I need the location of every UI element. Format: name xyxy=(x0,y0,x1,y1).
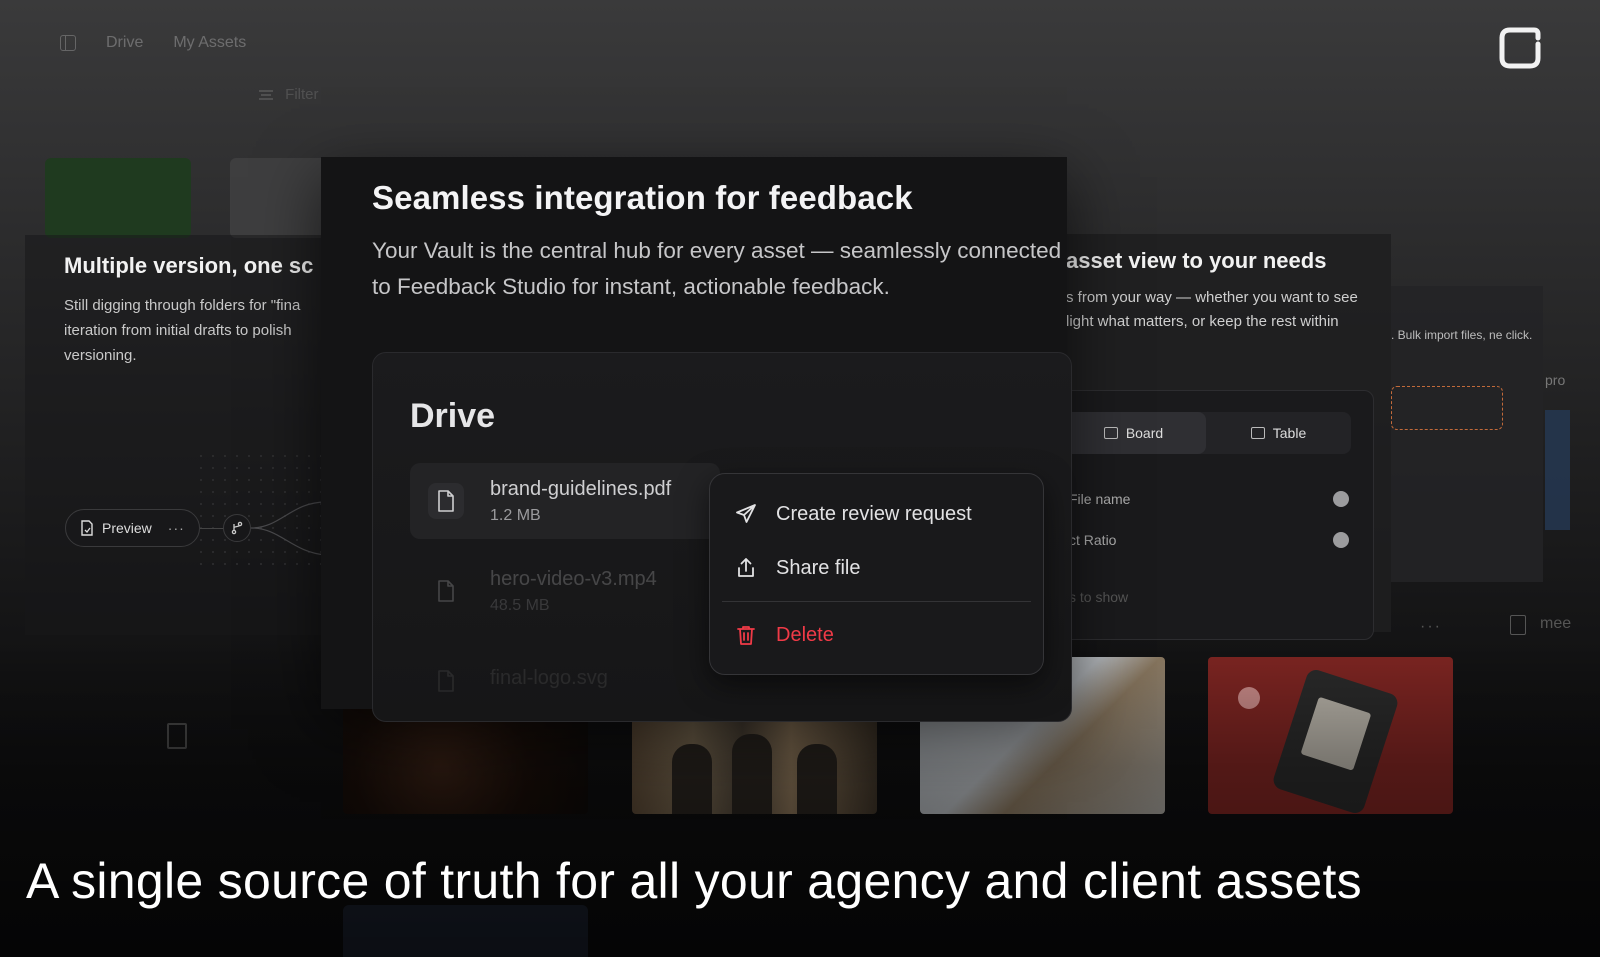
more-icon[interactable]: ··· xyxy=(1420,618,1442,636)
option-toggle[interactable] xyxy=(1333,532,1349,548)
card-description: Your Vault is the central hub for every … xyxy=(372,238,1062,299)
filter-button[interactable]: Filter xyxy=(259,86,319,103)
file-name: final-logo.svg xyxy=(490,666,608,689)
preview-chip[interactable]: Preview ··· xyxy=(65,509,200,547)
option-label: File name xyxy=(1069,491,1131,507)
file-row-selected[interactable]: brand-guidelines.pdf 1.2 MB xyxy=(410,463,720,539)
more-icon[interactable]: ··· xyxy=(168,520,185,536)
edge-file: mee xyxy=(1510,615,1571,635)
menu-item-share-file[interactable]: Share file xyxy=(734,548,861,588)
feature-card-import: . Bulk import files, ne click. xyxy=(1391,286,1543,582)
file-icon xyxy=(428,483,464,519)
photo-object xyxy=(1271,667,1400,814)
nav-my-assets[interactable]: My Assets xyxy=(173,34,246,52)
view-settings-panel: Board Table File name ct Ratio s to show xyxy=(1060,390,1374,640)
feature-card-versions: Multiple version, one sc Still digging t… xyxy=(25,235,326,635)
board-icon xyxy=(1103,427,1118,439)
asset-thumbnail-image[interactable] xyxy=(1208,657,1453,814)
feature-card-asset-view: asset view to your needs s from your way… xyxy=(1060,234,1391,640)
sidebar-toggle-icon[interactable] xyxy=(60,35,76,51)
file-name: hero-video-v3.mp4 xyxy=(490,567,657,590)
version-branch-lines xyxy=(251,501,326,556)
tab-board-label: Board xyxy=(1125,425,1164,441)
menu-item-label: Share file xyxy=(776,556,861,579)
trash-icon xyxy=(737,626,755,645)
asset-thumbnail-image[interactable] xyxy=(343,905,588,957)
asset-thumbnail-image[interactable] xyxy=(343,707,588,814)
filter-icon xyxy=(259,89,274,100)
feature-card-body: s from your way — whether you want to se… xyxy=(1066,289,1358,330)
card-title: Seamless integration for feedback xyxy=(372,179,913,216)
file-context-menu: Create review request Share file Delete xyxy=(709,473,1044,675)
branch-icon[interactable] xyxy=(223,514,251,542)
file-size: 1.2 MB xyxy=(490,506,541,524)
connector-line xyxy=(200,528,224,529)
tab-table[interactable]: Table xyxy=(1206,412,1351,454)
photo-label xyxy=(1300,696,1372,771)
asset-thumbnail-document[interactable] xyxy=(55,657,300,814)
top-nav: Drive My Assets xyxy=(60,34,246,52)
file-icon xyxy=(428,663,464,699)
edge-text: pro xyxy=(1545,372,1566,388)
feature-card-title: Multiple version, one sc xyxy=(64,253,314,278)
option-row: ct Ratio xyxy=(1069,532,1349,548)
photo-object xyxy=(1238,687,1260,709)
option-label: ct Ratio xyxy=(1069,532,1117,548)
tab-board[interactable]: Board xyxy=(1061,412,1206,454)
view-toggle: Board Table xyxy=(1061,412,1351,454)
file-preview-icon xyxy=(81,520,93,536)
file-row[interactable]: hero-video-v3.mp4 48.5 MB xyxy=(410,553,720,629)
menu-item-label: Delete xyxy=(776,623,834,646)
document-icon xyxy=(167,723,187,749)
option-row: File name xyxy=(1069,491,1349,507)
photo-figure xyxy=(732,734,772,814)
preview-label: Preview xyxy=(102,520,152,536)
option-toggle[interactable] xyxy=(1333,491,1349,507)
feature-card-title: asset view to your needs xyxy=(1066,248,1327,273)
file-icon xyxy=(428,573,464,609)
feature-card-body: Still digging through folders for "fina … xyxy=(64,297,301,364)
asset-thumbnail-image[interactable] xyxy=(632,707,877,814)
folder-thumbnail xyxy=(230,158,330,238)
nav-drive[interactable]: Drive xyxy=(106,34,143,52)
folder-thumbnail xyxy=(45,158,191,238)
menu-divider xyxy=(722,601,1031,602)
file-row[interactable]: final-logo.svg xyxy=(410,643,720,719)
menu-item-create-review-request[interactable]: Create review request xyxy=(734,494,972,534)
edge-file-name: mee xyxy=(1540,615,1572,632)
document-icon xyxy=(1510,615,1526,635)
photo-figure xyxy=(797,744,837,814)
table-icon xyxy=(1250,427,1265,439)
video-caption: A single source of truth for all your ag… xyxy=(26,853,1362,909)
drive-title: Drive xyxy=(410,397,496,435)
filter-bar: Filter xyxy=(75,86,319,103)
send-icon xyxy=(736,504,756,523)
file-size: 48.5 MB xyxy=(490,596,550,614)
menu-item-delete[interactable]: Delete xyxy=(734,615,834,655)
filter-label: Filter xyxy=(285,86,319,103)
file-name: brand-guidelines.pdf xyxy=(490,477,672,500)
menu-item-label: Create review request xyxy=(776,502,972,525)
photo-figure xyxy=(672,744,712,814)
search-placeholder[interactable] xyxy=(75,86,79,103)
share-icon xyxy=(738,558,754,577)
feature-card-body: . Bulk import files, ne click. xyxy=(1391,328,1533,342)
drop-zone[interactable] xyxy=(1391,386,1503,430)
brand-logo-icon xyxy=(1499,27,1541,69)
empty-text: s to show xyxy=(1069,589,1129,605)
tab-table-label: Table xyxy=(1272,425,1307,441)
edge-thumbnail xyxy=(1545,410,1570,530)
